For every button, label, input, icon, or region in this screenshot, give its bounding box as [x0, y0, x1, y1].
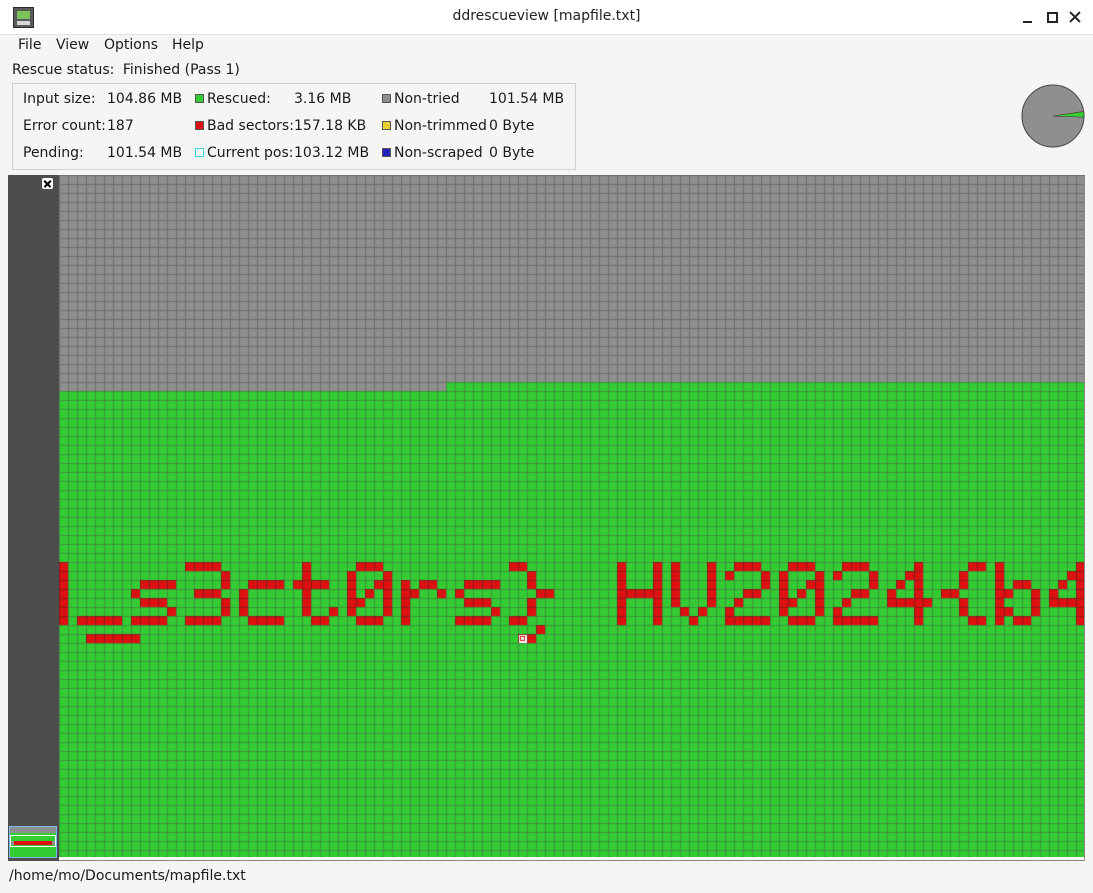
non-trimmed-swatch-icon	[382, 121, 391, 130]
pending-value: 101.54 MB	[107, 145, 183, 161]
menu-file[interactable]: File	[18, 37, 41, 53]
rescue-status-value: Finished (Pass 1)	[122, 62, 240, 78]
minimap-overview[interactable]	[9, 826, 57, 858]
close-icon[interactable]	[1066, 8, 1084, 26]
bad-sectors-label: Bad sectors:	[207, 118, 294, 134]
rescue-status-label: Rescue status:	[12, 62, 115, 78]
menu-options[interactable]: Options	[104, 37, 158, 53]
rescued-swatch-icon	[195, 94, 204, 103]
current-pos-swatch-icon	[195, 148, 204, 157]
menu-bar: File View Options Help	[0, 34, 1093, 56]
menu-help[interactable]: Help	[172, 37, 204, 53]
minimize-icon[interactable]	[1018, 8, 1036, 26]
current-pos-label: Current pos:	[207, 145, 294, 161]
non-scraped-label: Non-scraped	[394, 145, 483, 161]
non-tried-value: 101.54 MB	[489, 91, 565, 107]
window-title: ddrescueview [mapfile.txt]	[452, 8, 641, 24]
status-bar-path: /home/mo/Documents/mapfile.txt	[9, 868, 246, 884]
non-scraped-value: 0 Byte	[489, 145, 535, 161]
rescued-value: 3.16 MB	[294, 91, 352, 107]
bad-sectors-value: 157.18 KB	[294, 118, 367, 134]
bad-sectors-swatch-icon	[195, 121, 204, 130]
current-pos-value: 103.12 MB	[294, 145, 370, 161]
non-trimmed-value: 0 Byte	[489, 118, 535, 134]
progress-pie-chart	[1021, 84, 1085, 148]
non-trimmed-label: Non-trimmed	[394, 118, 487, 134]
pending-label: Pending:	[23, 145, 84, 161]
error-count-label: Error count:	[23, 118, 106, 134]
rescued-label: Rescued:	[207, 91, 271, 107]
title-bar: ddrescueview [mapfile.txt]	[0, 0, 1093, 35]
map-sidebar	[8, 175, 59, 861]
maximize-icon[interactable]	[1043, 8, 1061, 26]
rescue-status: Rescue status: Finished (Pass 1)	[12, 62, 240, 78]
block-map-grid[interactable]	[59, 175, 1084, 857]
menu-view[interactable]: View	[56, 37, 89, 53]
non-tried-label: Non-tried	[394, 91, 460, 107]
non-scraped-swatch-icon	[382, 148, 391, 157]
sidebar-close-icon[interactable]	[42, 178, 53, 189]
input-size-value: 104.86 MB	[107, 91, 183, 107]
progress-pie-svg	[1021, 84, 1085, 148]
non-tried-swatch-icon	[382, 94, 391, 103]
error-count-value: 187	[107, 118, 134, 134]
input-size-label: Input size:	[23, 91, 96, 107]
